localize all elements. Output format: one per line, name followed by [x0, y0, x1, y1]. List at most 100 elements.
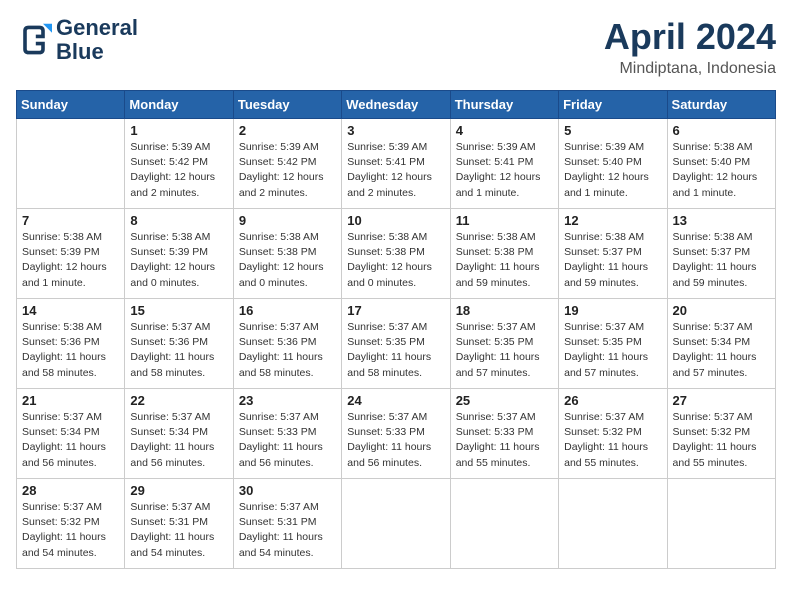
- calendar-subtitle: Mindiptana, Indonesia: [604, 60, 776, 78]
- day-number: 20: [673, 303, 770, 318]
- day-number: 10: [347, 213, 444, 228]
- header-day-monday: Monday: [125, 91, 233, 119]
- calendar-cell: 26Sunrise: 5:37 AMSunset: 5:32 PMDayligh…: [559, 389, 667, 479]
- day-info: Sunrise: 5:37 AMSunset: 5:34 PMDaylight:…: [22, 410, 119, 471]
- day-info: Sunrise: 5:38 AMSunset: 5:36 PMDaylight:…: [22, 320, 119, 381]
- day-number: 6: [673, 123, 770, 138]
- day-info: Sunrise: 5:39 AMSunset: 5:42 PMDaylight:…: [130, 140, 227, 201]
- week-row-4: 21 Sunrise: 5:37 AMSunset: 5:34 PMDayligh…: [17, 389, 776, 479]
- calendar-cell: 16 Sunrise: 5:37 AMSunset: 5:36 PMDayligh…: [233, 299, 341, 389]
- calendar-cell: 11 Sunrise: 5:38 AMSunset: 5:38 PMDayligh…: [450, 209, 558, 299]
- day-number: 11: [456, 213, 553, 228]
- day-number: 28: [22, 483, 119, 498]
- day-number: 24: [347, 393, 444, 408]
- day-info: Sunrise: 5:38 AMSunset: 5:39 PMDaylight:…: [130, 230, 227, 291]
- day-number: 23: [239, 393, 336, 408]
- day-info: Sunrise: 5:37 AMSunset: 5:32 PMDaylight:…: [22, 500, 119, 561]
- calendar-cell: 30Sunrise: 5:37 AMSunset: 5:31 PMDayligh…: [233, 479, 341, 569]
- calendar-title: April 2024: [604, 16, 776, 58]
- calendar-cell: 14 Sunrise: 5:38 AMSunset: 5:36 PMDayligh…: [17, 299, 125, 389]
- calendar-cell: 22 Sunrise: 5:37 AMSunset: 5:34 PMDayligh…: [125, 389, 233, 479]
- day-info: Sunrise: 5:37 AMSunset: 5:35 PMDaylight:…: [564, 320, 661, 381]
- day-info: Sunrise: 5:38 AMSunset: 5:38 PMDaylight:…: [456, 230, 553, 291]
- calendar-cell: 6 Sunrise: 5:38 AMSunset: 5:40 PMDaylight…: [667, 119, 775, 209]
- calendar-cell: 2Sunrise: 5:39 AMSunset: 5:42 PMDaylight…: [233, 119, 341, 209]
- day-number: 8: [130, 213, 227, 228]
- calendar-cell: 12Sunrise: 5:38 AMSunset: 5:37 PMDayligh…: [559, 209, 667, 299]
- title-area: April 2024 Mindiptana, Indonesia: [604, 16, 776, 78]
- day-info: Sunrise: 5:39 AMSunset: 5:40 PMDaylight:…: [564, 140, 661, 201]
- week-row-2: 7Sunrise: 5:38 AMSunset: 5:39 PMDaylight…: [17, 209, 776, 299]
- header-day-thursday: Thursday: [450, 91, 558, 119]
- calendar-cell: 13 Sunrise: 5:38 AMSunset: 5:37 PMDayligh…: [667, 209, 775, 299]
- calendar-cell: 25Sunrise: 5:37 AMSunset: 5:33 PMDayligh…: [450, 389, 558, 479]
- day-number: 17: [347, 303, 444, 318]
- logo-icon: [16, 22, 52, 58]
- calendar-cell: [17, 119, 125, 209]
- day-info: Sunrise: 5:37 AMSunset: 5:32 PMDaylight:…: [564, 410, 661, 471]
- day-number: 3: [347, 123, 444, 138]
- logo-text: General Blue: [56, 16, 138, 64]
- calendar-cell: 15Sunrise: 5:37 AMSunset: 5:36 PMDayligh…: [125, 299, 233, 389]
- calendar-cell: 9Sunrise: 5:38 AMSunset: 5:38 PMDaylight…: [233, 209, 341, 299]
- day-info: Sunrise: 5:37 AMSunset: 5:34 PMDaylight:…: [673, 320, 770, 381]
- day-number: 16: [239, 303, 336, 318]
- day-number: 4: [456, 123, 553, 138]
- calendar-cell: 4 Sunrise: 5:39 AMSunset: 5:41 PMDaylight…: [450, 119, 558, 209]
- day-info: Sunrise: 5:37 AMSunset: 5:33 PMDaylight:…: [239, 410, 336, 471]
- day-info: Sunrise: 5:37 AMSunset: 5:34 PMDaylight:…: [130, 410, 227, 471]
- day-number: 2: [239, 123, 336, 138]
- calendar-cell: 5 Sunrise: 5:39 AMSunset: 5:40 PMDaylight…: [559, 119, 667, 209]
- calendar-header: SundayMondayTuesdayWednesdayThursdayFrid…: [17, 91, 776, 119]
- day-info: Sunrise: 5:38 AMSunset: 5:38 PMDaylight:…: [347, 230, 444, 291]
- calendar-cell: 3 Sunrise: 5:39 AMSunset: 5:41 PMDaylight…: [342, 119, 450, 209]
- header-day-sunday: Sunday: [17, 91, 125, 119]
- day-info: Sunrise: 5:39 AMSunset: 5:41 PMDaylight:…: [347, 140, 444, 201]
- day-number: 19: [564, 303, 661, 318]
- day-number: 13: [673, 213, 770, 228]
- day-number: 25: [456, 393, 553, 408]
- day-info: Sunrise: 5:38 AMSunset: 5:38 PMDaylight:…: [239, 230, 336, 291]
- header: General Blue April 2024 Mindiptana, Indo…: [16, 16, 776, 78]
- header-row: SundayMondayTuesdayWednesdayThursdayFrid…: [17, 91, 776, 119]
- day-number: 15: [130, 303, 227, 318]
- week-row-3: 14 Sunrise: 5:38 AMSunset: 5:36 PMDayligh…: [17, 299, 776, 389]
- calendar-cell: 27 Sunrise: 5:37 AMSunset: 5:32 PMDayligh…: [667, 389, 775, 479]
- day-info: Sunrise: 5:39 AMSunset: 5:41 PMDaylight:…: [456, 140, 553, 201]
- day-number: 22: [130, 393, 227, 408]
- day-info: Sunrise: 5:37 AMSunset: 5:32 PMDaylight:…: [673, 410, 770, 471]
- day-number: 5: [564, 123, 661, 138]
- day-number: 1: [130, 123, 227, 138]
- calendar-cell: 28 Sunrise: 5:37 AMSunset: 5:32 PMDayligh…: [17, 479, 125, 569]
- calendar-cell: 19 Sunrise: 5:37 AMSunset: 5:35 PMDayligh…: [559, 299, 667, 389]
- day-number: 14: [22, 303, 119, 318]
- day-info: Sunrise: 5:37 AMSunset: 5:35 PMDaylight:…: [347, 320, 444, 381]
- week-row-1: 1 Sunrise: 5:39 AMSunset: 5:42 PMDaylight…: [17, 119, 776, 209]
- header-day-saturday: Saturday: [667, 91, 775, 119]
- day-info: Sunrise: 5:38 AMSunset: 5:39 PMDaylight:…: [22, 230, 119, 291]
- calendar-cell: 7Sunrise: 5:38 AMSunset: 5:39 PMDaylight…: [17, 209, 125, 299]
- calendar-cell: 20 Sunrise: 5:37 AMSunset: 5:34 PMDayligh…: [667, 299, 775, 389]
- day-info: Sunrise: 5:38 AMSunset: 5:40 PMDaylight:…: [673, 140, 770, 201]
- day-info: Sunrise: 5:38 AMSunset: 5:37 PMDaylight:…: [673, 230, 770, 291]
- calendar-cell: 18Sunrise: 5:37 AMSunset: 5:35 PMDayligh…: [450, 299, 558, 389]
- week-row-5: 28 Sunrise: 5:37 AMSunset: 5:32 PMDayligh…: [17, 479, 776, 569]
- day-number: 21: [22, 393, 119, 408]
- header-day-friday: Friday: [559, 91, 667, 119]
- header-day-wednesday: Wednesday: [342, 91, 450, 119]
- day-number: 12: [564, 213, 661, 228]
- day-number: 27: [673, 393, 770, 408]
- calendar-cell: 21 Sunrise: 5:37 AMSunset: 5:34 PMDayligh…: [17, 389, 125, 479]
- day-info: Sunrise: 5:37 AMSunset: 5:36 PMDaylight:…: [239, 320, 336, 381]
- calendar-cell: [342, 479, 450, 569]
- calendar-cell: 24Sunrise: 5:37 AMSunset: 5:33 PMDayligh…: [342, 389, 450, 479]
- calendar-cell: 29 Sunrise: 5:37 AMSunset: 5:31 PMDayligh…: [125, 479, 233, 569]
- day-number: 30: [239, 483, 336, 498]
- calendar-cell: [450, 479, 558, 569]
- calendar-cell: 10 Sunrise: 5:38 AMSunset: 5:38 PMDayligh…: [342, 209, 450, 299]
- calendar-cell: [667, 479, 775, 569]
- header-day-tuesday: Tuesday: [233, 91, 341, 119]
- day-number: 29: [130, 483, 227, 498]
- day-info: Sunrise: 5:37 AMSunset: 5:31 PMDaylight:…: [130, 500, 227, 561]
- calendar-body: 1 Sunrise: 5:39 AMSunset: 5:42 PMDaylight…: [17, 119, 776, 569]
